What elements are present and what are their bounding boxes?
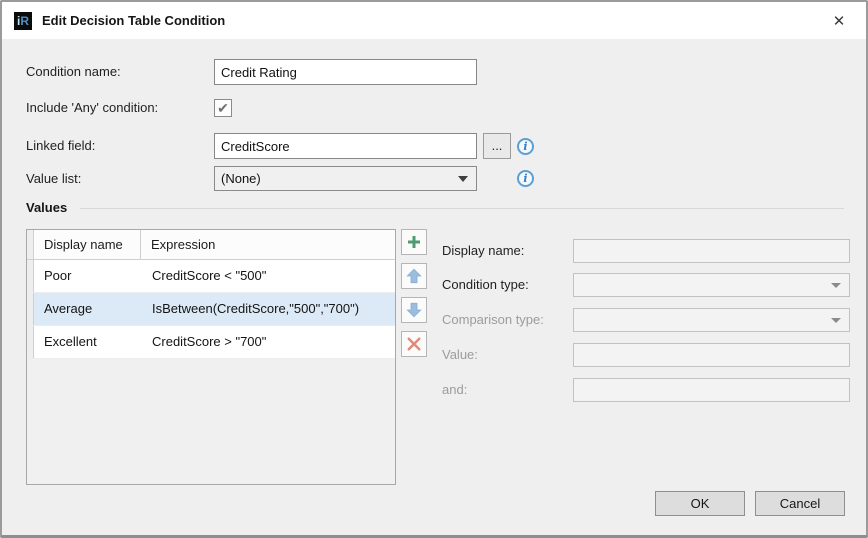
table-row-selected[interactable]: Average IsBetween(CreditScore,"500","700… <box>27 293 395 326</box>
delete-x-icon <box>405 335 423 353</box>
values-table: Display name Expression Poor CreditScore… <box>26 229 396 485</box>
ok-button[interactable]: OK <box>655 491 745 516</box>
value-input <box>573 343 850 367</box>
value-list-label: Value list: <box>26 166 81 191</box>
values-group-line <box>80 208 844 209</box>
chevron-down-icon <box>831 318 841 323</box>
arrow-up-icon <box>405 267 423 285</box>
values-table-header: Display name Expression <box>27 230 395 260</box>
move-up-button[interactable] <box>401 263 427 289</box>
cell-display-name[interactable]: Average <box>34 293 142 325</box>
inrule-logo-icon: iR <box>14 12 32 30</box>
cell-display-name[interactable]: Excellent <box>34 326 142 358</box>
chevron-down-icon <box>458 176 468 182</box>
detail-display-name-input[interactable] <box>573 239 850 263</box>
cancel-button[interactable]: Cancel <box>755 491 845 516</box>
value-field <box>574 344 849 366</box>
row-selector[interactable] <box>27 260 34 292</box>
plus-icon <box>405 233 423 251</box>
dialog-title: Edit Decision Table Condition <box>42 2 225 39</box>
column-header-expression[interactable]: Expression <box>141 230 395 259</box>
linked-field-input[interactable] <box>214 133 477 159</box>
check-icon: ✔ <box>217 100 229 116</box>
detail-display-name-label: Display name: <box>442 239 524 263</box>
condition-type-dropdown[interactable] <box>573 273 850 297</box>
chevron-down-icon <box>831 283 841 288</box>
column-header-display-name[interactable]: Display name <box>34 230 141 259</box>
delete-value-button[interactable] <box>401 331 427 357</box>
linked-field-info-icon[interactable]: i <box>517 138 534 155</box>
cell-expression[interactable]: CreditScore > "700" <box>142 326 395 358</box>
cell-display-name[interactable]: Poor <box>34 260 142 292</box>
comparison-type-label: Comparison type: <box>442 308 544 332</box>
detail-display-name-field[interactable] <box>574 240 849 262</box>
close-icon[interactable]: ✕ <box>820 2 858 39</box>
value-list-info-icon[interactable]: i <box>517 170 534 187</box>
row-selector-header <box>27 230 34 259</box>
edit-decision-table-condition-dialog: iR Edit Decision Table Condition ✕ Condi… <box>0 0 868 538</box>
table-row[interactable]: Excellent CreditScore > "700" <box>27 326 395 359</box>
row-selector[interactable] <box>27 293 34 325</box>
condition-type-label: Condition type: <box>442 273 529 297</box>
cell-expression[interactable]: IsBetween(CreditScore,"500","700") <box>142 293 395 325</box>
table-row[interactable]: Poor CreditScore < "500" <box>27 260 395 293</box>
and-label: and: <box>442 378 467 402</box>
value-list-selected: (None) <box>221 171 261 186</box>
condition-name-input[interactable] <box>214 59 477 85</box>
value-label: Value: <box>442 343 478 367</box>
move-down-button[interactable] <box>401 297 427 323</box>
add-value-button[interactable] <box>401 229 427 255</box>
title-bar: iR Edit Decision Table Condition ✕ <box>2 2 866 39</box>
include-any-checkbox[interactable]: ✔ <box>214 99 232 117</box>
values-group-title: Values <box>26 200 67 215</box>
include-any-label: Include 'Any' condition: <box>26 95 158 121</box>
and-input <box>573 378 850 402</box>
cell-expression[interactable]: CreditScore < "500" <box>142 260 395 292</box>
condition-name-label: Condition name: <box>26 59 121 85</box>
value-list-dropdown[interactable]: (None) <box>214 166 477 191</box>
row-selector[interactable] <box>27 326 34 358</box>
browse-button[interactable]: ... <box>483 133 511 159</box>
and-field <box>574 379 849 401</box>
linked-field-label: Linked field: <box>26 133 95 159</box>
arrow-down-icon <box>405 301 423 319</box>
comparison-type-dropdown <box>573 308 850 332</box>
